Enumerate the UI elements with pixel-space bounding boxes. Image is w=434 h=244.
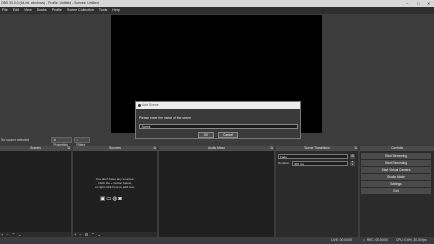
window-title-bar: OBS 30.0.0 (64-bit, windows) - Profile: … <box>0 0 434 7</box>
live-status: LIVE: 00:00:00 <box>331 238 353 242</box>
audio-mixer-dock: Audio Mixer ⧉ <box>159 146 274 237</box>
obs-logo-icon <box>137 103 141 108</box>
scene-name-input-value: Scene <box>141 125 151 129</box>
minimize-icon[interactable]: – <box>406 0 408 7</box>
window-title: OBS 30.0.0 (64-bit, windows) - Profile: … <box>1 1 99 5</box>
controls-dock-header: Controls <box>360 146 434 151</box>
menu-tools[interactable]: Tools <box>99 8 107 12</box>
add-scene-dialog: Add Scene Please enter the name of the s… <box>135 101 301 139</box>
sources-dock-title: Sources <box>109 146 121 150</box>
filter-icon: ◐ <box>76 138 79 142</box>
filters-button[interactable]: ◐ Filters <box>74 137 90 147</box>
scenes-dock: Scenes ⧉ + − ⌃ ⌄ <box>0 146 71 237</box>
menu-profile[interactable]: Profile <box>52 8 62 12</box>
sources-empty-hint-3: or right click here to add one. <box>95 185 135 189</box>
scene-transitions-dock: Scene Transitions ⧉ Fade ⚙ Duration 300 … <box>276 146 358 237</box>
menu-view[interactable]: View <box>24 8 32 12</box>
record-icon: ● <box>363 238 365 242</box>
rec-status: REC: 00:00:00 <box>367 238 388 242</box>
cpu-status: CPU: 0.6%, 30.00 fps <box>396 238 427 242</box>
duration-field[interactable]: 300 ms <box>292 161 348 166</box>
duration-label: Duration <box>278 161 290 165</box>
audio-mixer-area[interactable] <box>159 151 274 237</box>
menu-bar: File Edit View Docks Profile Scene Collection… <box>0 7 434 14</box>
start-virtual-camera-button[interactable]: Start Virtual Camera <box>361 167 431 173</box>
start-recording-button[interactable]: Start Recording <box>361 160 431 166</box>
controls-dock: Controls Start Streaming Start Recording… <box>360 146 434 237</box>
gear-icon: ⚙ <box>53 138 57 142</box>
dialog-prompt: Please enter the name of the scene <box>139 116 192 120</box>
menu-docks[interactable]: Docks <box>37 8 47 12</box>
cancel-button[interactable]: Cancel <box>218 132 238 138</box>
status-bar: LIVE: 00:00:00 ● REC: 00:00:00 CPU: 0.6%… <box>0 237 434 244</box>
transitions-dock-title: Scene Transitions <box>304 146 330 150</box>
dialog-title: Add Scene <box>142 103 159 107</box>
properties-button[interactable]: ⚙ Properties <box>51 137 72 147</box>
scenes-dock-title: Scenes <box>30 146 41 150</box>
audio-mixer-dock-title: Audio Mixer <box>208 146 225 150</box>
no-source-label: No source selected <box>1 138 30 142</box>
camera-icon: ◙ <box>118 196 123 202</box>
duration-field-value: 300 ms <box>294 162 304 166</box>
sources-dock: Sources ⧉ You don't have any sources. Cl… <box>73 146 157 237</box>
maximize-icon[interactable]: □ <box>417 0 420 7</box>
transition-properties-icon[interactable]: ⚙ <box>350 154 355 159</box>
start-streaming-button[interactable]: Start Streaming <box>361 153 431 159</box>
studio-mode-button[interactable]: Studio Mode <box>361 174 431 180</box>
menu-file[interactable]: File <box>2 8 8 12</box>
menu-scene-collection[interactable]: Scene Collection <box>67 8 94 12</box>
source-type-icons: ▣▭◍◙ <box>100 196 123 202</box>
ok-button[interactable]: OK <box>198 132 214 138</box>
menu-help[interactable]: Help <box>112 8 119 12</box>
duration-stepper-icon[interactable]: ▴ ▾ <box>350 160 355 166</box>
dialog-title-bar: Add Scene <box>136 102 300 109</box>
controls-dock-title: Controls <box>391 146 403 150</box>
dock-settings-icon[interactable]: ⧉ <box>355 146 358 151</box>
scenes-list[interactable] <box>0 151 71 232</box>
exit-button[interactable]: Exit <box>361 188 431 194</box>
transitions-dock-header: Scene Transitions ⧉ <box>276 146 358 151</box>
close-icon[interactable]: ✕ <box>427 0 431 7</box>
scene-name-input[interactable]: Scene <box>139 124 298 129</box>
menu-edit[interactable]: Edit <box>13 8 19 12</box>
settings-button[interactable]: Settings <box>361 181 431 187</box>
sources-list[interactable]: You don't have any sources. Click the + … <box>73 151 157 232</box>
